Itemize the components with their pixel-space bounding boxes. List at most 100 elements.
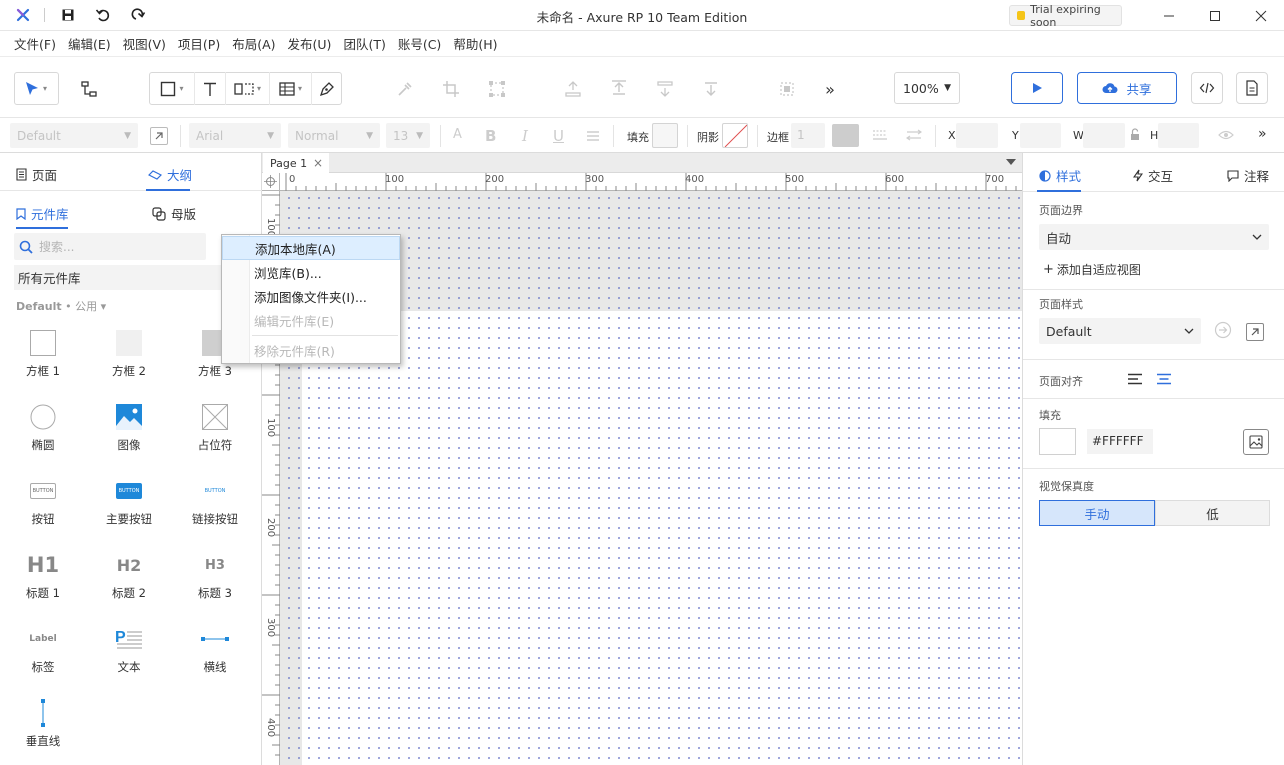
border-color-swatch[interactable]	[832, 124, 859, 147]
shadow-label: 阴影	[697, 131, 719, 144]
fidelity-manual-button[interactable]: 手动	[1039, 500, 1155, 526]
ruler-corner[interactable]	[262, 173, 280, 191]
preview-button[interactable]	[1011, 72, 1063, 104]
menu-help[interactable]: 帮助(H)	[447, 31, 503, 56]
code-button[interactable]	[1191, 72, 1223, 104]
note-icon	[1227, 169, 1239, 182]
document-button[interactable]	[1236, 72, 1268, 104]
widget-heading-1[interactable]: H1 标题 1	[8, 547, 78, 613]
menu-view[interactable]: 视图(V)	[117, 31, 172, 56]
divider	[1023, 398, 1284, 399]
search-input[interactable]	[39, 239, 189, 254]
widget-label: 主要按钮	[106, 512, 152, 526]
add-adaptive-view-link[interactable]: + 添加自适应视图	[1043, 261, 1141, 278]
tab-notes[interactable]: 注释	[1227, 166, 1269, 185]
ruler-label: 500	[785, 174, 805, 185]
widget-box-2[interactable]: 方框 2	[94, 325, 164, 391]
menu-account[interactable]: 账号(C)	[392, 31, 447, 56]
fill-hex-input[interactable]: #FFFFFF	[1087, 429, 1153, 454]
menu-item-add-image-folder[interactable]: 添加图像文件夹(I)...	[222, 284, 400, 308]
tab-pages[interactable]: 页面	[16, 165, 57, 184]
minimize-button[interactable]	[1146, 0, 1192, 31]
widget-image[interactable]: 图像	[94, 399, 164, 465]
table-tool-button[interactable]: ▾	[269, 72, 311, 105]
widget-link-button[interactable]: BUTTON 链接按钮	[180, 473, 250, 539]
widget-text[interactable]: P 文本	[94, 621, 164, 687]
page-bounds-select[interactable]: 自动	[1039, 224, 1269, 250]
widget-ellipse[interactable]: 椭圆	[8, 399, 78, 465]
widget-label-item[interactable]: Label 标签	[8, 621, 78, 687]
widget-button[interactable]: BUTTON 按钮	[8, 473, 78, 539]
menu-item-browse-library[interactable]: 浏览库(B)...	[222, 260, 400, 284]
widget-heading-2[interactable]: H2 标题 2	[94, 547, 164, 613]
x-input[interactable]	[956, 123, 998, 148]
menu-project[interactable]: 项目(P)	[172, 31, 226, 56]
edit-page-style-icon[interactable]	[1246, 323, 1264, 341]
widget-heading-3[interactable]: H3 标题 3	[180, 547, 250, 613]
tab-interactions-label: 交互	[1148, 169, 1174, 184]
tab-notes-label: 注释	[1244, 169, 1270, 184]
image-icon	[116, 399, 142, 435]
fill-label: 填充	[1039, 409, 1061, 422]
library-header[interactable]: Default • 公用 ▾	[16, 298, 106, 314]
zoom-value: 100%	[903, 80, 939, 96]
maximize-button[interactable]	[1192, 0, 1238, 31]
font-weight-select[interactable]: Normal ▼	[288, 123, 380, 148]
select-tool-button[interactable]: ▾	[14, 72, 59, 105]
menu-file[interactable]: 文件(F)	[8, 31, 62, 56]
style-select[interactable]: Default ▼	[10, 123, 138, 148]
right-panel: 样式 交互 注释 页面边界 自动 + 添加自适应视图 页面样式 Default …	[1022, 153, 1284, 765]
widget-vertical-line[interactable]: 垂直线	[8, 695, 78, 761]
zoom-select[interactable]: 100% ▼	[894, 72, 960, 104]
align-center-icon[interactable]	[1156, 373, 1172, 385]
menu-item-add-local-library[interactable]: 添加本地库(A)	[222, 236, 400, 260]
widget-box-1[interactable]: 方框 1	[8, 325, 78, 391]
weight-value: Normal	[295, 128, 339, 143]
menu-edit[interactable]: 编辑(E)	[62, 31, 117, 56]
page-style-select[interactable]: Default	[1039, 318, 1201, 344]
page-bounds-label: 页面边界	[1039, 204, 1083, 217]
widget-primary-button[interactable]: BUTTON 主要按钮	[94, 473, 164, 539]
tab-page-1[interactable]: Page 1 ×	[263, 153, 329, 173]
tab-masters[interactable]: 母版	[152, 204, 196, 223]
edit-style-icon[interactable]	[150, 127, 168, 145]
tab-dropdown-icon[interactable]	[1006, 159, 1016, 166]
font-size-select[interactable]: 13 ▼	[386, 123, 430, 148]
visibility-icon	[1218, 129, 1234, 141]
height-input[interactable]	[1158, 123, 1199, 148]
warning-icon	[1017, 11, 1026, 20]
menu-publish[interactable]: 发布(U)	[282, 31, 338, 56]
tab-interactions[interactable]: 交互	[1133, 166, 1173, 185]
trial-badge[interactable]: Trial expiring soon	[1009, 3, 1122, 29]
hotspot-tool-button[interactable]: ▾	[225, 72, 269, 105]
connector-tool-icon[interactable]	[73, 73, 105, 105]
tab-libraries[interactable]: 元件库	[16, 204, 69, 223]
more-format-button[interactable]: »	[1258, 126, 1267, 142]
font-family-select[interactable]: Arial ▼	[189, 123, 281, 148]
horizontal-ruler: 0 100 200 300 400 500 600 700	[280, 173, 1022, 191]
menu-layout[interactable]: 布局(A)	[226, 31, 281, 56]
align-left-icon[interactable]	[1127, 373, 1143, 385]
rectangle-tool-button[interactable]: ▾	[150, 72, 195, 105]
widget-placeholder[interactable]: 占位符	[180, 399, 250, 465]
shadow-color-swatch[interactable]	[722, 123, 748, 148]
close-button[interactable]	[1238, 0, 1284, 31]
text-tool-icon[interactable]	[195, 72, 225, 105]
fill-image-icon[interactable]	[1243, 429, 1269, 455]
width-input[interactable]	[1083, 123, 1125, 148]
divider	[180, 125, 181, 147]
border-width-input[interactable]: 1	[791, 123, 825, 148]
menu-team[interactable]: 团队(T)	[337, 31, 391, 56]
fidelity-low-button[interactable]: 低	[1155, 500, 1270, 526]
tab-style[interactable]: 样式	[1039, 166, 1081, 185]
y-input[interactable]	[1020, 123, 1061, 148]
lock-icon[interactable]	[1130, 128, 1140, 141]
widget-horizontal-line[interactable]: 横线	[180, 621, 250, 687]
tab-outline[interactable]: 大纲	[148, 165, 192, 184]
fill-color-swatch[interactable]	[1039, 428, 1076, 455]
close-tab-icon[interactable]: ×	[313, 156, 323, 170]
fill-color-swatch[interactable]	[652, 123, 678, 148]
share-button[interactable]: 共享	[1077, 72, 1177, 104]
more-tools-button[interactable]: »	[814, 73, 846, 105]
pen-tool-icon[interactable]	[311, 72, 341, 105]
